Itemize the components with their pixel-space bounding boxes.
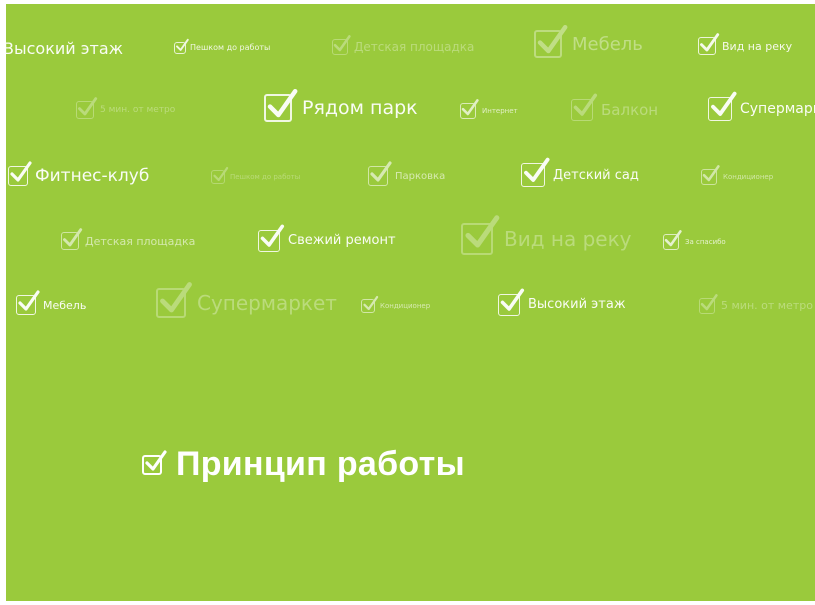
checkbox-checked-icon (521, 157, 550, 188)
feature-tag-label: Детская площадка (85, 234, 196, 248)
feature-tag-label: За спасибо (685, 237, 726, 246)
checkbox-checked-icon (8, 161, 32, 186)
checkbox-checked-icon (264, 88, 298, 123)
checkbox-checked-icon (361, 296, 378, 314)
feature-tag: Кондиционер (701, 165, 774, 185)
checkbox-checked-icon (174, 39, 189, 54)
checkbox-checked-icon (571, 93, 597, 121)
feature-tag: Вид на реку (698, 33, 793, 56)
feature-tag: 5 мин. от метро (699, 294, 813, 314)
feature-tag-label: Балкон (601, 100, 659, 119)
feature-tag: Вид на реку (461, 215, 632, 255)
feature-tag-label: Пешком до работы (190, 43, 271, 53)
checkbox-checked-icon (368, 161, 392, 186)
checkbox-checked-icon (708, 91, 737, 122)
page-title: Принцип работы (176, 445, 465, 483)
checkbox-checked-icon (701, 165, 721, 185)
feature-tag-label: Супермаркет (740, 101, 815, 118)
feature-tag: Детский сад (521, 157, 639, 188)
feature-tag: Свежий ремонт (258, 224, 396, 252)
checkbox-checked-icon (332, 35, 352, 55)
feature-tag-label: Кондиционер (380, 302, 431, 311)
checkbox-checked-icon (156, 281, 192, 318)
checkbox-checked-icon (258, 224, 284, 252)
feature-tag: Супермаркет (708, 91, 815, 122)
feature-tag-label: Вид на реку (504, 226, 632, 251)
checkbox-checked-icon (16, 290, 40, 315)
feature-tag: 5 мин. от метро (76, 97, 176, 120)
checkbox-checked-icon (699, 294, 719, 314)
feature-tag-label: Супермаркет (197, 291, 337, 315)
checkbox-checked-icon (698, 33, 720, 56)
checkbox-checked-icon (61, 228, 83, 251)
feature-tag-label: Свежий ремонт (288, 233, 396, 249)
feature-tag-label: Кондиционер (723, 172, 774, 181)
feature-tag: Высокий этаж (6, 39, 123, 58)
checkbox-checked-icon (498, 288, 524, 316)
checkbox-checked-icon (461, 215, 500, 255)
checkbox-checked-icon (211, 167, 228, 185)
feature-tag: Детская площадка (332, 35, 475, 55)
feature-tag-label: 5 мин. от метро (721, 299, 813, 313)
feature-tag: Балкон (571, 93, 659, 121)
feature-tag-label: Фитнес-клуб (35, 166, 150, 186)
feature-tag: Рядом парк (264, 88, 418, 123)
feature-tag: Детская площадка (61, 228, 196, 251)
feature-tag: Супермаркет (156, 281, 337, 318)
feature-tag: Пешком до работы (174, 39, 271, 54)
feature-tag-label: Высокий этаж (6, 38, 124, 58)
feature-tag-label: Рядом парк (302, 97, 418, 120)
feature-tag: Пешком до работы (211, 167, 301, 185)
feature-tag: Интернет (460, 99, 518, 119)
feature-tag-label: Высокий этаж (528, 297, 626, 313)
feature-tag-label: Мебель (572, 33, 643, 55)
hero-heading: Принцип работы (142, 445, 465, 484)
feature-tag: Мебель (534, 24, 643, 59)
feature-tag: За спасибо (663, 230, 726, 250)
feature-tag: Кондиционер (361, 296, 431, 314)
checkbox-checked-icon (663, 230, 683, 250)
feature-tag-label: Мебель (43, 298, 87, 312)
feature-tag-label: Пешком до работы (230, 173, 301, 182)
checkbox-checked-icon (460, 99, 480, 119)
checkbox-checked-icon (76, 97, 98, 120)
feature-tag-label: Детская площадка (354, 39, 475, 54)
checkbox-checked-icon (534, 24, 568, 59)
feature-tag: Высокий этаж (498, 288, 626, 316)
feature-tag-label: Интернет (482, 106, 518, 115)
feature-tag-label: Детский сад (553, 167, 639, 183)
feature-tag-label: Вид на реку (722, 39, 793, 53)
banner: Высокий этаж Пешком до работы Детская площ… (6, 4, 815, 601)
feature-tag: Фитнес-клуб (8, 161, 150, 186)
feature-tag: Мебель (16, 290, 87, 315)
feature-tag-label: Парковка (395, 170, 446, 182)
checkbox-checked-icon (142, 449, 167, 475)
feature-tag-label: 5 мин. от метро (100, 105, 176, 116)
feature-tag: Парковка (368, 161, 446, 186)
